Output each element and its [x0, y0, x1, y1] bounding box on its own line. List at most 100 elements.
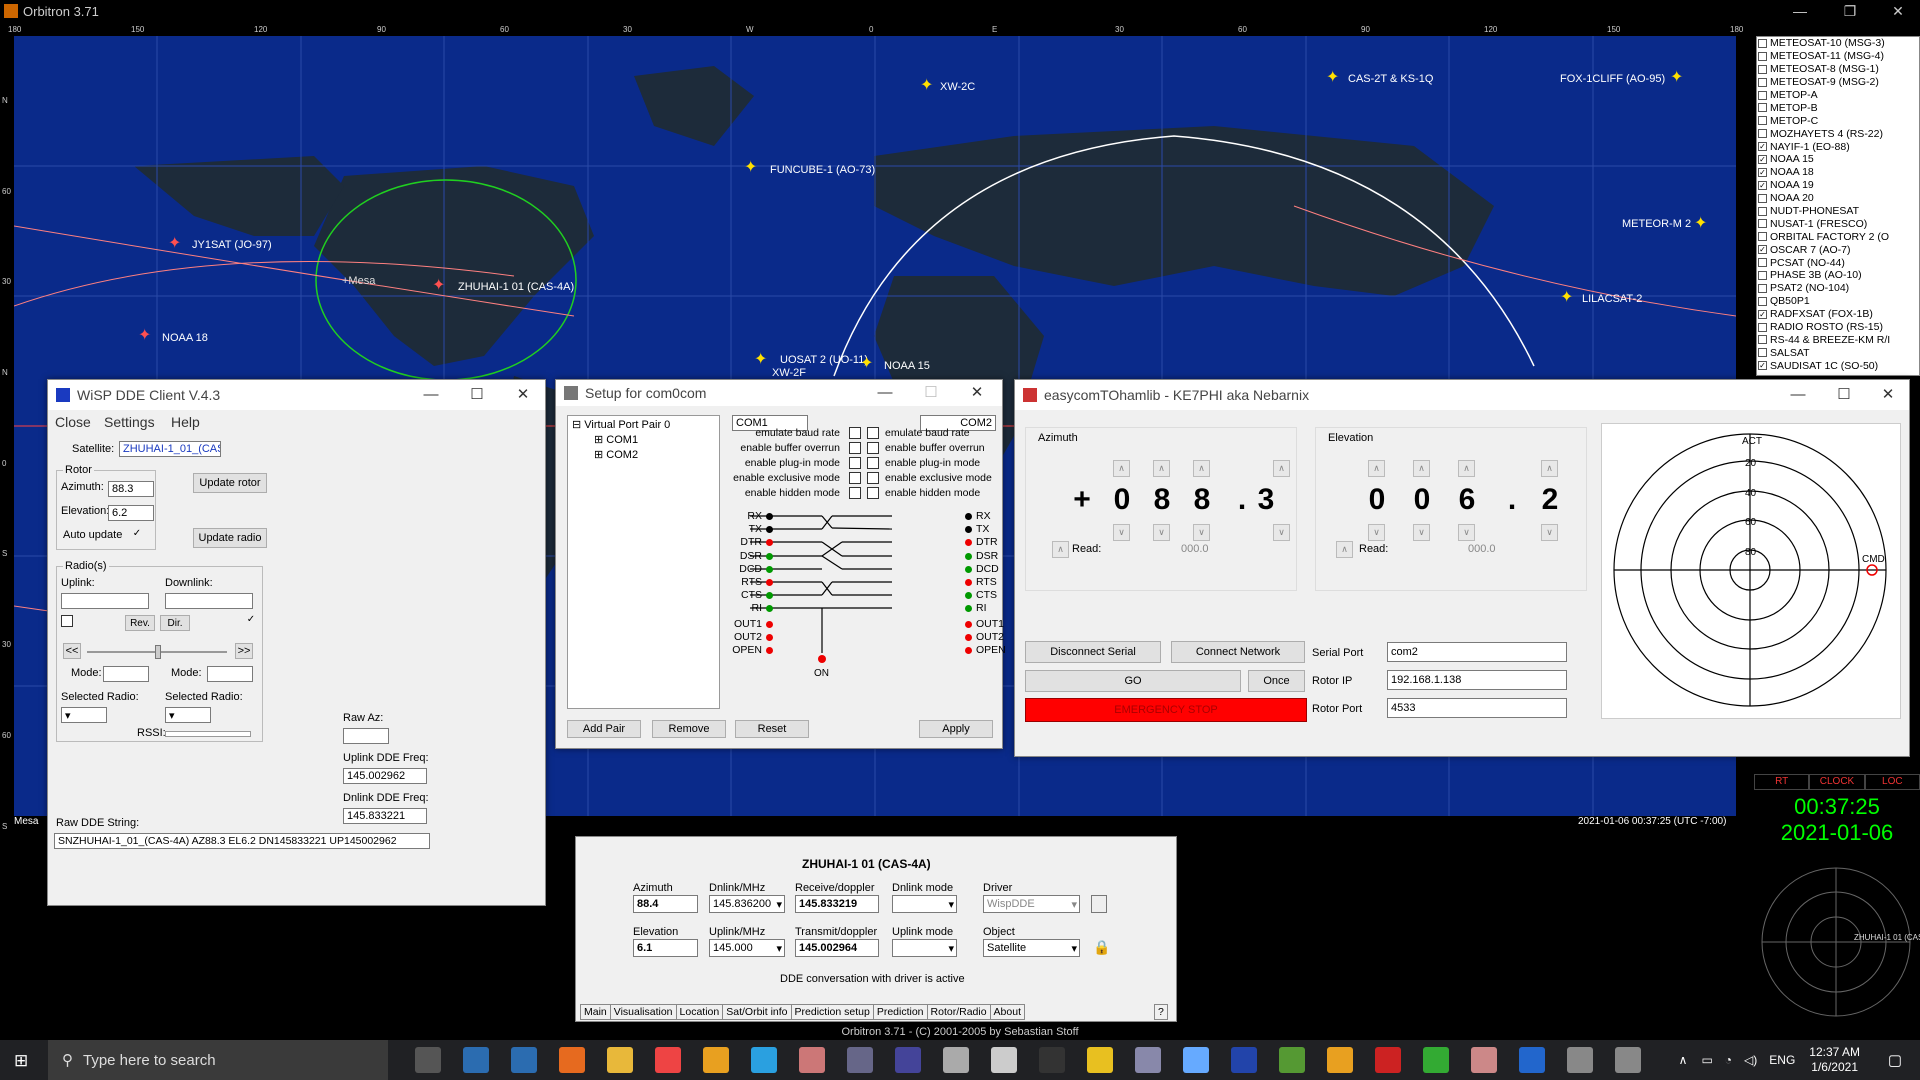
sat-list-item[interactable]: ✓ SAUDISAT 1C (SO-50)	[1757, 359, 1919, 372]
mode2-field[interactable]	[207, 666, 253, 682]
satellite-icon[interactable]: ✦	[860, 356, 873, 372]
sat-list-item[interactable]: METEOSAT-9 (MSG-2)	[1757, 76, 1919, 89]
app-icon[interactable]	[895, 1047, 921, 1073]
go-button[interactable]: GO	[1025, 670, 1241, 692]
maximize-icon[interactable]: ☐	[908, 380, 954, 406]
emergency-stop-button[interactable]: EMERGENCY STOP	[1025, 698, 1307, 722]
once-button[interactable]: Once	[1248, 670, 1305, 692]
azimuth-field[interactable]: 88.3	[108, 481, 154, 497]
sat-list-item[interactable]: ✓ OSCAR 7 (AO-7)	[1757, 243, 1919, 256]
sat-list-item[interactable]: RS-44 & BREEZE-KM R/I	[1757, 333, 1919, 346]
sat-list-item[interactable]: METEOSAT-8 (MSG-1)	[1757, 63, 1919, 76]
app-icon[interactable]	[1279, 1047, 1305, 1073]
sat-list-item[interactable]: ✓ NOAA 19	[1757, 179, 1919, 192]
windows-start-icon[interactable]: ⊞	[14, 1051, 28, 1071]
satellite-icon[interactable]: ✦	[754, 352, 767, 368]
sat-list-item[interactable]: SALSAT	[1757, 346, 1919, 359]
option-checkbox-left[interactable]	[849, 427, 861, 439]
sat-list-item[interactable]: ✓ RADFXSAT (FOX-1B)	[1757, 308, 1919, 321]
sat-list-item[interactable]: ✓ NAYIF-1 (EO-88)	[1757, 140, 1919, 153]
option-checkbox-left[interactable]	[849, 442, 861, 454]
taskbar-clock[interactable]: 12:37 AM 1/6/2021	[1809, 1045, 1860, 1075]
digit-up-icon[interactable]: ∧	[1541, 460, 1558, 477]
sat-checkbox[interactable]: ✓	[1758, 180, 1767, 190]
close-icon[interactable]: ✕	[954, 380, 1000, 406]
option-checkbox-right[interactable]	[867, 427, 879, 439]
minimize-icon[interactable]: —	[408, 380, 454, 410]
maximize-icon[interactable]: ☐	[454, 380, 500, 410]
orbitron-icon[interactable]	[1087, 1047, 1113, 1073]
serial-port-field[interactable]: com2	[1387, 642, 1567, 662]
uplink-field[interactable]	[61, 593, 149, 609]
dir-button[interactable]: Dir.	[160, 615, 190, 631]
dnlink-mode-select[interactable]: ▾	[892, 895, 957, 913]
slider-thumb[interactable]	[155, 645, 161, 659]
taskbar-search[interactable]: ⚲ Type here to search	[48, 1040, 388, 1080]
dnlink-dde-field[interactable]: 145.833221	[343, 808, 427, 824]
expand-icon[interactable]: ⊞	[594, 449, 606, 461]
terminal-icon[interactable]	[1039, 1047, 1065, 1073]
option-checkbox-right[interactable]	[867, 472, 879, 484]
satellite-icon[interactable]: ✦	[138, 328, 151, 344]
app-icon[interactable]	[1375, 1047, 1401, 1073]
menu-close[interactable]: Close	[55, 414, 91, 430]
rotor-port-field[interactable]: 4533	[1387, 698, 1567, 718]
digit-down-icon[interactable]: ∨	[1193, 524, 1210, 541]
satellite-icon[interactable]: ✦	[168, 236, 181, 252]
settings-icon[interactable]	[991, 1047, 1017, 1073]
restore-icon[interactable]: ❐	[1828, 0, 1872, 22]
tab-visualisation[interactable]: Visualisation	[609, 1004, 677, 1020]
app-icon[interactable]	[847, 1047, 873, 1073]
uplink-checkbox[interactable]	[61, 615, 73, 627]
mode1-field[interactable]	[103, 666, 149, 682]
satellite-icon[interactable]: ✦	[1670, 70, 1683, 86]
tab--[interactable]: ?	[1154, 1004, 1168, 1020]
sat-list-item[interactable]: MOZHAYETS 4 (RS-22)	[1757, 127, 1919, 140]
digit-down-icon[interactable]: ∨	[1153, 524, 1170, 541]
sat-checkbox[interactable]	[1758, 77, 1767, 87]
sat-checkbox[interactable]	[1758, 64, 1767, 74]
tab-main[interactable]: Main	[580, 1004, 611, 1020]
sat-list-item[interactable]: ✓ NOAA 15	[1757, 153, 1919, 166]
minimize-icon[interactable]: —	[862, 380, 908, 406]
digit-down-icon[interactable]: ∨	[1273, 524, 1290, 541]
rev-button[interactable]: Rev.	[125, 615, 155, 631]
app-icon[interactable]	[1519, 1047, 1545, 1073]
network-icon[interactable]: ◔	[1725, 1053, 1732, 1067]
connect-network-button[interactable]: Connect Network	[1171, 641, 1305, 663]
sat-checkbox[interactable]	[1758, 219, 1767, 229]
sat-checkbox[interactable]: ✓	[1758, 142, 1767, 152]
driver-select[interactable]: WispDDE ▾	[983, 895, 1080, 913]
sat-list-item[interactable]: ORBITAL FACTORY 2 (O	[1757, 230, 1919, 243]
uplink-select[interactable]: 145.000 ▾	[709, 939, 785, 957]
digit-down-icon[interactable]: ∨	[1541, 524, 1558, 541]
sat-list-item[interactable]: PCSAT (NO-44)	[1757, 256, 1919, 269]
volume-icon[interactable]: ◁)	[1744, 1053, 1757, 1067]
sat-list-item[interactable]: METOP-C	[1757, 114, 1919, 127]
menu-settings[interactable]: Settings	[104, 414, 155, 430]
disconnect-serial-button[interactable]: Disconnect Serial	[1025, 641, 1161, 663]
sat-checkbox[interactable]	[1758, 51, 1767, 61]
app-icon[interactable]	[703, 1047, 729, 1073]
nav-left-button[interactable]: <<	[63, 643, 81, 659]
app-icon[interactable]	[1567, 1047, 1593, 1073]
app-icon[interactable]	[1183, 1047, 1209, 1073]
minimize-icon[interactable]: —	[1775, 380, 1821, 410]
digit-down-icon[interactable]: ∨	[1458, 524, 1475, 541]
transmit-field[interactable]: 145.002964	[795, 939, 879, 957]
downlink-field[interactable]	[165, 593, 253, 609]
satellite-list[interactable]: METEOSAT-10 (MSG-3) METEOSAT-11 (MSG-4) ME…	[1756, 36, 1920, 376]
option-checkbox-left[interactable]	[849, 487, 861, 499]
digit-up-icon[interactable]: ∧	[1273, 460, 1290, 477]
tree-child-com1[interactable]: ⊞ COM1	[594, 433, 638, 446]
tab-rotor-radio[interactable]: Rotor/Radio	[926, 1004, 991, 1020]
elevation-field[interactable]: 6.1	[633, 939, 698, 957]
port-tree[interactable]: ⊟ Virtual Port Pair 0 ⊞ COM1 ⊞ COM2	[567, 415, 720, 709]
dnlink-select[interactable]: 145.836200 ▾	[709, 895, 785, 913]
app-icon[interactable]	[1135, 1047, 1161, 1073]
remove-button[interactable]: Remove	[652, 720, 726, 738]
sat-checkbox[interactable]	[1758, 206, 1767, 216]
nav-right-button[interactable]: >>	[235, 643, 253, 659]
receive-field[interactable]: 145.833219	[795, 895, 879, 913]
satellite-icon[interactable]: ✦	[1560, 290, 1573, 306]
